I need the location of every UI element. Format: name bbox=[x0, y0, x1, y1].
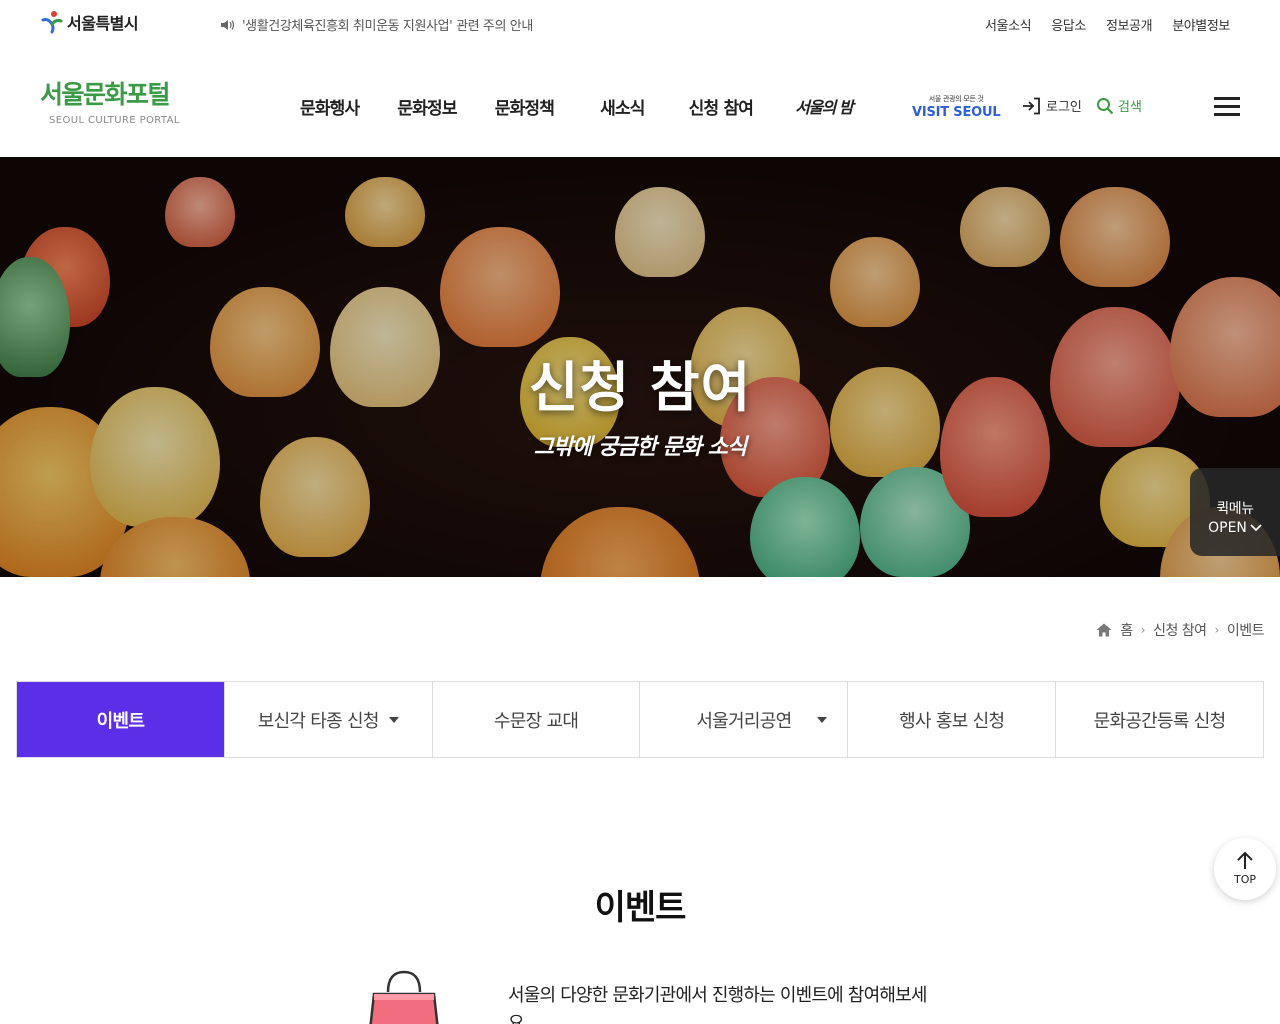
portal-logo-english: SEOUL CULTURE PORTAL bbox=[49, 115, 180, 126]
tab-label: 이벤트 bbox=[96, 710, 145, 732]
visit-seoul-label: VISIT SEOUL bbox=[912, 105, 1001, 120]
scroll-top-button[interactable]: TOP bbox=[1214, 838, 1276, 900]
nav-news[interactable]: 새소식 bbox=[600, 94, 645, 119]
utility-bar: 서울특별시 '생활건강체육진흥회 취미운동 지원사업' 관련 주의 안내 서울소… bbox=[0, 0, 1280, 48]
caret-down-icon bbox=[817, 717, 828, 723]
tab-culture-space-registration[interactable]: 문화공간등록 신청 bbox=[1056, 682, 1263, 757]
section-title: 이벤트 bbox=[594, 888, 687, 928]
util-link-seoul-news[interactable]: 서울소식 bbox=[985, 15, 1032, 34]
tab-label: 문화공간등록 신청 bbox=[1093, 710, 1227, 732]
portal-logo[interactable]: 서울문화포털 SEOUL CULTURE PORTAL bbox=[40, 80, 180, 126]
shopping-bag-icon bbox=[369, 970, 439, 1024]
notice-text: '생활건강체육진흥회 취미운동 지원사업' 관련 주의 안내 bbox=[242, 19, 533, 34]
chevron-down-icon bbox=[1250, 524, 1262, 532]
tab-street-performance[interactable]: 서울거리공연 bbox=[640, 682, 849, 757]
nav-apply-participate[interactable]: 신청 참여 bbox=[689, 94, 754, 119]
home-icon bbox=[1096, 623, 1112, 637]
sub-tabs: 이벤트 보신각 타종 신청 수문장 교대 서울거리공연 행사 홍보 신청 문화공… bbox=[16, 681, 1264, 758]
breadcrumb-current[interactable]: 이벤트 bbox=[1227, 620, 1265, 640]
util-link-field-info[interactable]: 분야별정보 bbox=[1172, 15, 1230, 34]
seoul-logo-icon bbox=[41, 11, 63, 34]
tab-event[interactable]: 이벤트 bbox=[17, 682, 225, 757]
main-header: 서울문화포털 SEOUL CULTURE PORTAL 문화행사 문화정보 문화… bbox=[0, 48, 1280, 156]
search-button[interactable]: 검색 bbox=[1096, 96, 1142, 115]
speaker-icon bbox=[221, 19, 235, 30]
portal-logo-korean: 서울문화포털 bbox=[40, 80, 171, 109]
tab-label: 행사 홍보 신청 bbox=[899, 710, 1005, 732]
quick-menu-open-label: OPEN bbox=[1208, 520, 1247, 536]
visit-seoul-tagline: 서울 관광의 모든 것 bbox=[928, 95, 984, 103]
quick-menu-open: OPEN bbox=[1190, 520, 1280, 536]
util-link-eungdapso[interactable]: 응답소 bbox=[1051, 15, 1086, 34]
quick-menu-label: 퀵메뉴 bbox=[1216, 501, 1254, 517]
chevron-right-icon: › bbox=[1214, 623, 1220, 637]
chevron-right-icon: › bbox=[1140, 623, 1146, 637]
search-icon bbox=[1097, 97, 1114, 114]
tab-gate-guard[interactable]: 수문장 교대 bbox=[433, 682, 641, 757]
seoul-logo-text: 서울특별시 bbox=[67, 14, 139, 33]
breadcrumb-level1[interactable]: 신청 참여 bbox=[1153, 620, 1207, 640]
notice-banner[interactable]: '생활건강체육진흥회 취미운동 지원사업' 관련 주의 안내 bbox=[220, 15, 533, 34]
breadcrumb-home[interactable]: 홈 bbox=[1120, 620, 1133, 640]
tab-event-promotion[interactable]: 행사 홍보 신청 bbox=[848, 682, 1057, 757]
nav-culture-policy[interactable]: 문화정책 bbox=[495, 94, 555, 119]
global-nav: 문화행사 문화정보 문화정책 새소식 신청 참여 서울의 밤 bbox=[283, 94, 854, 119]
nav-culture-events[interactable]: 문화행사 bbox=[300, 94, 360, 119]
nav-culture-info[interactable]: 문화정보 bbox=[397, 94, 457, 119]
menu-icon[interactable] bbox=[1214, 97, 1240, 117]
login-icon bbox=[1023, 97, 1040, 114]
search-label: 검색 bbox=[1118, 100, 1142, 115]
tab-label: 서울거리공연 bbox=[696, 710, 792, 732]
arrow-up-icon bbox=[1237, 851, 1253, 869]
hero-title: 신청 참여 bbox=[528, 356, 752, 419]
login-button[interactable]: 로그인 bbox=[1022, 96, 1082, 115]
tab-label: 보신각 타종 신청 bbox=[257, 710, 380, 732]
hero-subtitle: 그밖에 궁금한 문화 소식 bbox=[533, 435, 747, 460]
section-intro: 서울의 다양한 문화기관에서 진행하는 이벤트에 참여해보세요. bbox=[508, 985, 927, 1024]
breadcrumb: 홈 › 신청 참여 › 이벤트 bbox=[1096, 620, 1265, 640]
scroll-top-label: TOP bbox=[1233, 873, 1256, 886]
tab-bosingak-bell[interactable]: 보신각 타종 신청 bbox=[225, 682, 433, 757]
nav-seoul-night[interactable]: 서울의 밤 bbox=[795, 94, 853, 119]
caret-down-icon bbox=[388, 716, 399, 723]
quick-menu-toggle[interactable]: 퀵메뉴 OPEN bbox=[1190, 468, 1280, 556]
seoul-city-logo[interactable]: 서울특별시 bbox=[40, 10, 139, 34]
util-link-info-disclosure[interactable]: 정보공개 bbox=[1106, 15, 1153, 34]
login-label: 로그인 bbox=[1046, 100, 1082, 115]
hero-banner: 신청 참여 그밖에 궁금한 문화 소식 bbox=[0, 157, 1280, 577]
utility-links: 서울소식 응답소 정보공개 분야별정보 bbox=[985, 15, 1230, 34]
tab-label: 수문장 교대 bbox=[493, 710, 579, 732]
visit-seoul-link[interactable]: 서울 관광의 모든 것 VISIT SEOUL bbox=[912, 94, 1001, 120]
